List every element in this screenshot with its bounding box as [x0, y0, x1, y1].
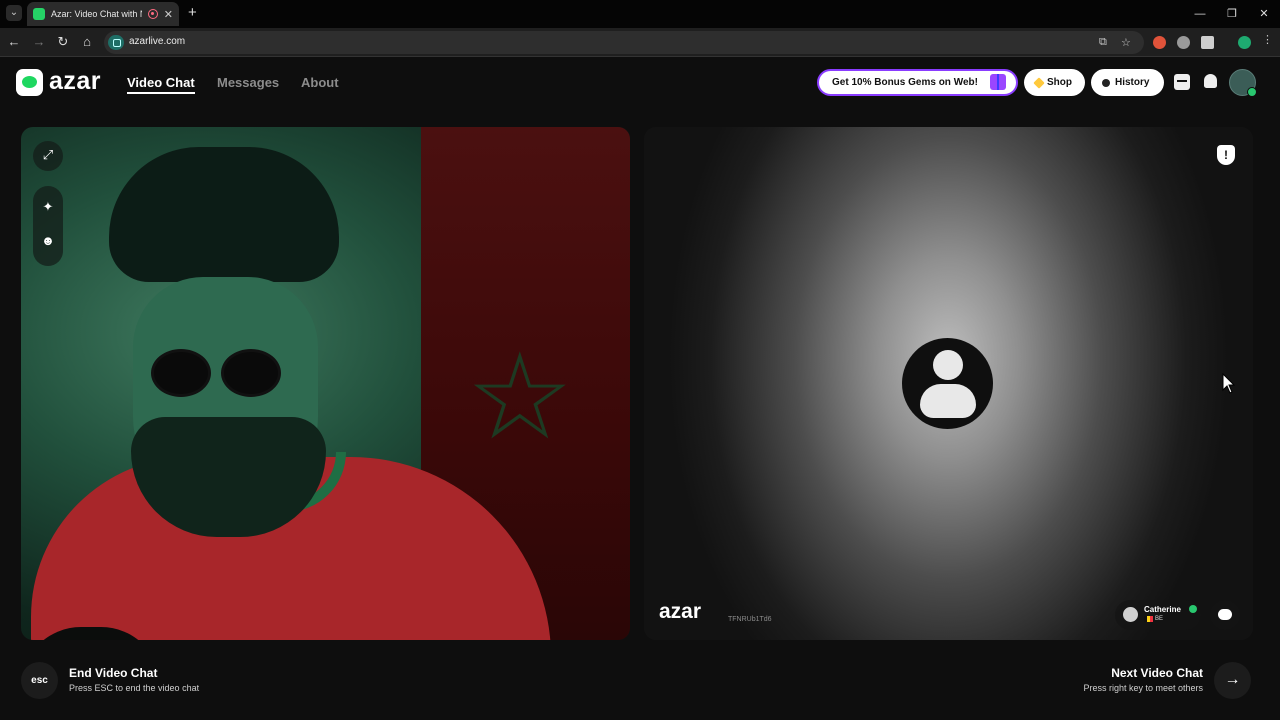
reload-icon[interactable]: ↻ [55, 34, 71, 50]
peer-name: Catherine [1144, 605, 1181, 614]
peer-country: BE [1144, 616, 1163, 622]
browser-tab-active[interactable]: Azar: Video Chat with New ✕ [27, 2, 179, 26]
profile-icon[interactable] [1238, 36, 1251, 49]
window-controls: — ❐ ✕ [1184, 0, 1280, 28]
nav-video-chat[interactable]: Video Chat [127, 75, 195, 94]
azar-favicon-icon [33, 8, 45, 20]
minimize-button[interactable]: — [1184, 0, 1216, 28]
promo-text: Get 10% Bonus Gems on Web! [832, 77, 978, 88]
store-icon[interactable] [1174, 74, 1190, 90]
forward-arrow-icon[interactable]: → [31, 34, 47, 49]
shop-button[interactable]: Shop [1024, 69, 1085, 96]
clock-icon [1102, 78, 1110, 87]
history-label: History [1115, 77, 1150, 88]
sticker-icon[interactable]: ☻ [33, 233, 63, 248]
next-chat-hint: Press right key to meet others [1083, 683, 1203, 693]
install-app-icon[interactable]: ⧉ [1099, 36, 1107, 49]
verified-icon [1189, 605, 1197, 613]
back-arrow-icon[interactable]: ← [6, 34, 22, 49]
effects-toolbar: ✦ ☻ [33, 186, 63, 266]
end-chat-hint: Press ESC to end the video chat [69, 683, 200, 693]
peer-country-code: BE [1155, 616, 1164, 622]
belgium-flag-icon [1144, 616, 1153, 622]
extension-1-icon[interactable] [1153, 36, 1166, 49]
flag-star: ☆ [466, 330, 574, 464]
gift-icon [990, 74, 1006, 90]
footer-controls: esc End Video Chat Press ESC to end the … [0, 650, 1280, 720]
person-cap [109, 147, 339, 282]
restore-button[interactable]: ❐ [1216, 0, 1248, 28]
placeholder-avatar-icon [902, 338, 993, 429]
nav-about[interactable]: About [301, 75, 339, 90]
magic-filter-icon[interactable]: ✦ [33, 199, 63, 215]
shop-label: Shop [1047, 77, 1072, 88]
history-button[interactable]: History [1091, 69, 1164, 96]
next-chat-title: Next Video Chat [1111, 666, 1203, 680]
url-text: azarlive.com [129, 36, 186, 47]
tab-close-icon[interactable]: ✕ [164, 8, 173, 21]
person-sunglasses [141, 349, 306, 397]
browser-tab-bar: ⌄ Azar: Video Chat with New ✕ + — ❐ ✕ [0, 0, 1280, 28]
peer-info-chip[interactable]: Catherine BE [1115, 600, 1201, 630]
expand-view-button[interactable]: ⤢ [33, 141, 63, 171]
end-chat-title: End Video Chat [69, 666, 158, 680]
close-window-button[interactable]: ✕ [1248, 0, 1280, 28]
next-chat-button[interactable]: → [1214, 662, 1251, 699]
azar-watermark: azar [659, 600, 702, 623]
user-avatar[interactable] [1229, 69, 1257, 97]
report-shield-icon[interactable]: ! [1217, 145, 1235, 165]
site-info-icon[interactable] [108, 35, 124, 50]
browser-toolbar: ← → ↻ ⌂ azarlive.com ⧉ ☆ ⋮ [0, 28, 1280, 57]
bonus-gems-promo-button[interactable]: Get 10% Bonus Gems on Web! [817, 69, 1018, 96]
address-bar[interactable]: azarlive.com ⧉ ☆ [104, 31, 1144, 54]
recording-indicator-icon [147, 9, 158, 19]
tab-list-button[interactable]: ⌄ [6, 5, 22, 21]
home-icon[interactable]: ⌂ [79, 34, 95, 49]
azar-logo-text[interactable]: azar [49, 67, 101, 96]
end-chat-button[interactable]: esc [21, 662, 58, 699]
azar-logo-icon[interactable] [16, 69, 43, 96]
gem-icon [1033, 76, 1045, 89]
peer-avatar [1123, 607, 1138, 622]
nav-messages[interactable]: Messages [217, 75, 279, 90]
chat-bubble-button[interactable] [1210, 600, 1240, 630]
extensions-puzzle-icon[interactable] [1201, 36, 1214, 49]
bookmark-star-icon[interactable]: ☆ [1121, 36, 1131, 49]
extension-2-icon[interactable] [1177, 36, 1190, 49]
self-video-feed: ☆ [21, 127, 630, 640]
browser-menu-icon[interactable]: ⋮ [1262, 33, 1273, 46]
remote-video-feed: ! azar TFNRUb1Td6 Catherine BE [644, 127, 1253, 640]
tab-title: Azar: Video Chat with New [51, 9, 142, 19]
new-tab-button[interactable]: + [188, 5, 197, 21]
session-id: TFNRUb1Td6 [728, 616, 772, 623]
expand-icon: ⤢ [42, 147, 54, 162]
online-status-badge [1247, 87, 1257, 97]
notification-bell-icon[interactable] [1204, 74, 1217, 88]
site-header: azar Video Chat Messages About Get 10% B… [0, 58, 1280, 108]
